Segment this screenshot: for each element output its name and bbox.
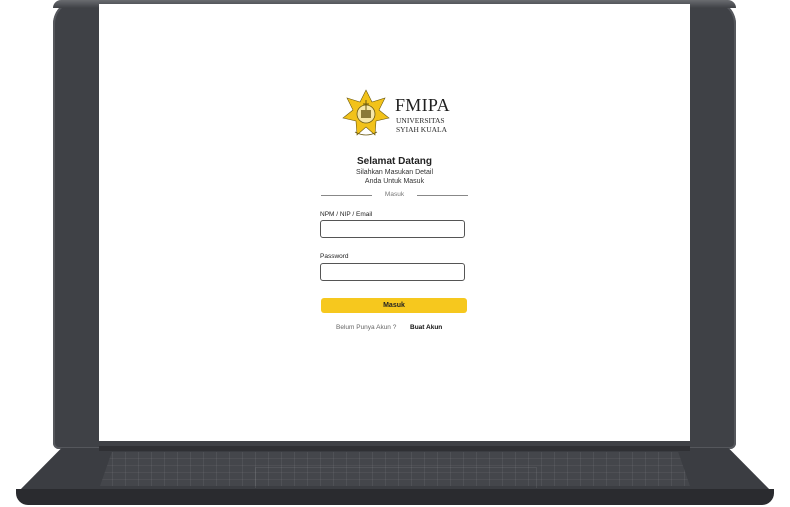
divider-right bbox=[417, 195, 468, 196]
laptop-base-front bbox=[16, 489, 774, 505]
password-input[interactable] bbox=[320, 263, 465, 281]
brand-name: FMIPA bbox=[395, 95, 450, 115]
login-button[interactable]: Masuk bbox=[321, 298, 467, 313]
brand-subtitle-line2: SYIAH KUALA bbox=[396, 125, 448, 134]
signup-prompt: Belum Punya Akun ? bbox=[336, 324, 397, 331]
laptop-hinge bbox=[99, 446, 690, 451]
divider-left bbox=[321, 195, 372, 196]
divider-label: Masuk bbox=[384, 191, 405, 198]
page-description-line2: Anda Untuk Masuk bbox=[364, 178, 425, 185]
brand-logo: FMIPA UNIVERSITAS SYIAH KUALA bbox=[341, 88, 453, 140]
username-input[interactable] bbox=[320, 220, 465, 238]
page-title: Selamat Datang bbox=[356, 156, 433, 167]
page-description-line1: Silahkan Masukan Detail bbox=[355, 169, 434, 176]
brand-subtitle-line1: UNIVERSITAS bbox=[396, 116, 445, 125]
username-label: NPM / NIP / Email bbox=[320, 211, 373, 218]
laptop-touchpad bbox=[255, 467, 537, 488]
signup-link[interactable]: Buat Akun bbox=[410, 324, 442, 331]
password-label: Password bbox=[320, 253, 349, 260]
laptop-screen: FMIPA UNIVERSITAS SYIAH KUALA Selamat Da… bbox=[99, 4, 690, 441]
university-seal-icon bbox=[342, 89, 390, 136]
